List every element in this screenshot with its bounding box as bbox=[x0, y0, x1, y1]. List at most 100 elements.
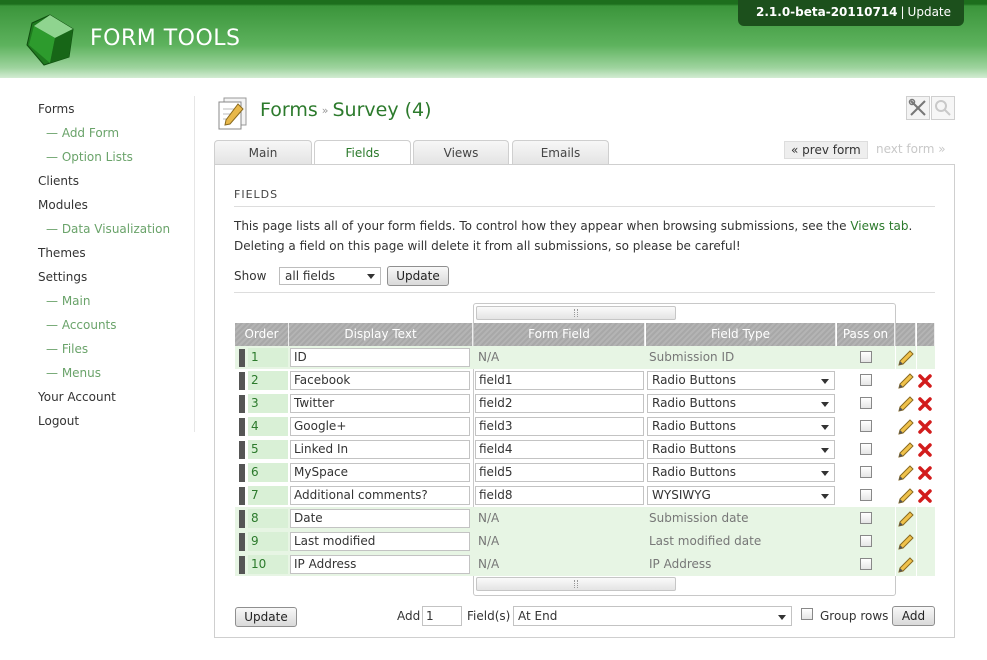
bottom-horizontal-scrollbar[interactable] bbox=[476, 577, 676, 591]
nav-item-option-lists[interactable]: — Option Lists bbox=[38, 148, 194, 172]
search-icon[interactable] bbox=[931, 96, 955, 120]
display-text-input[interactable]: Linked In bbox=[290, 440, 470, 459]
prev-form-link[interactable]: « prev form bbox=[784, 141, 868, 159]
pass-on-checkbox[interactable] bbox=[860, 489, 872, 501]
nav-item-settings-main[interactable]: — Main bbox=[38, 292, 194, 316]
add-field-button[interactable]: Add bbox=[892, 606, 935, 626]
field-type-select[interactable]: Radio Buttons bbox=[647, 463, 835, 482]
nav-item-add-form[interactable]: — Add Form bbox=[38, 124, 194, 148]
edit-icon[interactable] bbox=[898, 511, 914, 527]
nav-item-settings[interactable]: Settings bbox=[38, 268, 194, 292]
top-horizontal-scrollbar[interactable] bbox=[476, 306, 676, 320]
nav-item-clients[interactable]: Clients bbox=[38, 172, 194, 196]
field-type-select[interactable]: Radio Buttons bbox=[647, 371, 835, 390]
tab-views[interactable]: Views bbox=[413, 140, 509, 165]
display-text-input[interactable]: Date bbox=[290, 509, 470, 528]
field-type-select[interactable]: Radio Buttons bbox=[647, 440, 835, 459]
order-number: 9 bbox=[251, 534, 259, 548]
breadcrumb-separator: » bbox=[321, 104, 329, 117]
nav-item-logout[interactable]: Logout bbox=[38, 412, 194, 436]
drag-handle-icon[interactable] bbox=[239, 441, 245, 459]
form-field-input[interactable]: field3 bbox=[475, 417, 644, 436]
table-row: 3 Twitter field2 Radio Buttons bbox=[235, 392, 935, 415]
show-filter-select[interactable]: all fields bbox=[279, 267, 381, 285]
update-order-button[interactable]: Update bbox=[235, 607, 297, 627]
edit-icon[interactable] bbox=[898, 373, 914, 389]
nav-item-modules[interactable]: Modules bbox=[38, 196, 194, 220]
delete-icon[interactable] bbox=[917, 419, 933, 435]
drag-handle-icon[interactable] bbox=[239, 372, 245, 390]
nav-item-forms[interactable]: Forms bbox=[38, 100, 194, 124]
tab-fields[interactable]: Fields bbox=[314, 140, 411, 166]
drag-handle-icon[interactable] bbox=[239, 487, 245, 505]
display-text-input[interactable]: Google+ bbox=[290, 417, 470, 436]
pass-on-checkbox[interactable] bbox=[860, 466, 872, 478]
tools-icon[interactable] bbox=[906, 96, 930, 120]
display-text-input[interactable]: Twitter bbox=[290, 394, 470, 413]
views-tab-link[interactable]: Views tab bbox=[850, 219, 908, 233]
field-type-select[interactable]: Radio Buttons bbox=[647, 394, 835, 413]
edit-icon[interactable] bbox=[898, 534, 914, 550]
nav-item-menus[interactable]: — Menus bbox=[38, 364, 194, 388]
delete-icon[interactable] bbox=[917, 442, 933, 458]
form-field-input[interactable]: field8 bbox=[475, 486, 644, 505]
update-link[interactable]: Update bbox=[908, 5, 951, 19]
nav-item-your-account[interactable]: Your Account bbox=[38, 388, 194, 412]
delete-icon[interactable] bbox=[917, 465, 933, 481]
form-tools-logo-icon[interactable] bbox=[22, 12, 78, 68]
table-row: 9 Last modified N/A Last modified date bbox=[235, 530, 935, 553]
display-text-input[interactable]: Facebook bbox=[290, 371, 470, 390]
order-cell: 9 bbox=[248, 532, 297, 551]
group-rows-label: Group rows bbox=[820, 609, 889, 623]
display-text-input[interactable]: Last modified bbox=[290, 532, 470, 551]
display-text-input[interactable]: Additional comments? bbox=[290, 486, 470, 505]
edit-icon[interactable] bbox=[898, 419, 914, 435]
breadcrumb-forms[interactable]: Forms bbox=[260, 99, 318, 121]
edit-icon[interactable] bbox=[898, 557, 914, 573]
display-text-input[interactable]: IP Address bbox=[290, 555, 470, 574]
form-field-value: N/A bbox=[478, 350, 500, 364]
delete-icon[interactable] bbox=[917, 396, 933, 412]
form-field-input[interactable]: field5 bbox=[475, 463, 644, 482]
delete-icon[interactable] bbox=[917, 488, 933, 504]
nav-item-accounts[interactable]: — Accounts bbox=[38, 316, 194, 340]
edit-icon[interactable] bbox=[898, 488, 914, 504]
drag-handle-icon[interactable] bbox=[239, 533, 245, 551]
pass-on-checkbox[interactable] bbox=[860, 420, 872, 432]
pass-on-checkbox[interactable] bbox=[860, 512, 872, 524]
display-text-input[interactable]: ID bbox=[290, 348, 470, 367]
pass-on-checkbox[interactable] bbox=[860, 374, 872, 386]
drag-handle-icon[interactable] bbox=[239, 556, 245, 574]
show-update-button[interactable]: Update bbox=[387, 266, 449, 286]
delete-icon[interactable] bbox=[917, 373, 933, 389]
group-rows-checkbox[interactable] bbox=[801, 608, 813, 620]
column-divider bbox=[916, 484, 917, 507]
pass-on-checkbox[interactable] bbox=[860, 351, 872, 363]
form-field-input[interactable]: field4 bbox=[475, 440, 644, 459]
nav-item-files[interactable]: — Files bbox=[38, 340, 194, 364]
tab-main[interactable]: Main bbox=[214, 140, 312, 165]
drag-handle-icon[interactable] bbox=[239, 510, 245, 528]
form-field-input[interactable]: field1 bbox=[475, 371, 644, 390]
pass-on-checkbox[interactable] bbox=[860, 443, 872, 455]
drag-handle-icon[interactable] bbox=[239, 395, 245, 413]
form-field-input[interactable]: field2 bbox=[475, 394, 644, 413]
drag-handle-icon[interactable] bbox=[239, 418, 245, 436]
pass-on-checkbox[interactable] bbox=[860, 558, 872, 570]
add-position-select[interactable]: At End bbox=[513, 606, 792, 626]
edit-icon[interactable] bbox=[898, 465, 914, 481]
tab-emails[interactable]: Emails bbox=[512, 140, 609, 165]
field-type-select[interactable]: Radio Buttons bbox=[647, 417, 835, 436]
pass-on-checkbox[interactable] bbox=[860, 397, 872, 409]
nav-item-themes[interactable]: Themes bbox=[38, 244, 194, 268]
edit-icon[interactable] bbox=[898, 396, 914, 412]
add-field-count-input[interactable]: 1 bbox=[422, 606, 462, 626]
drag-handle-icon[interactable] bbox=[239, 349, 245, 367]
drag-handle-icon[interactable] bbox=[239, 464, 245, 482]
display-text-input[interactable]: MySpace bbox=[290, 463, 470, 482]
nav-item-data-visualization[interactable]: — Data Visualization bbox=[38, 220, 194, 244]
edit-icon[interactable] bbox=[898, 350, 914, 366]
edit-icon[interactable] bbox=[898, 442, 914, 458]
field-type-select[interactable]: WYSIWYG bbox=[647, 486, 835, 505]
pass-on-checkbox[interactable] bbox=[860, 535, 872, 547]
